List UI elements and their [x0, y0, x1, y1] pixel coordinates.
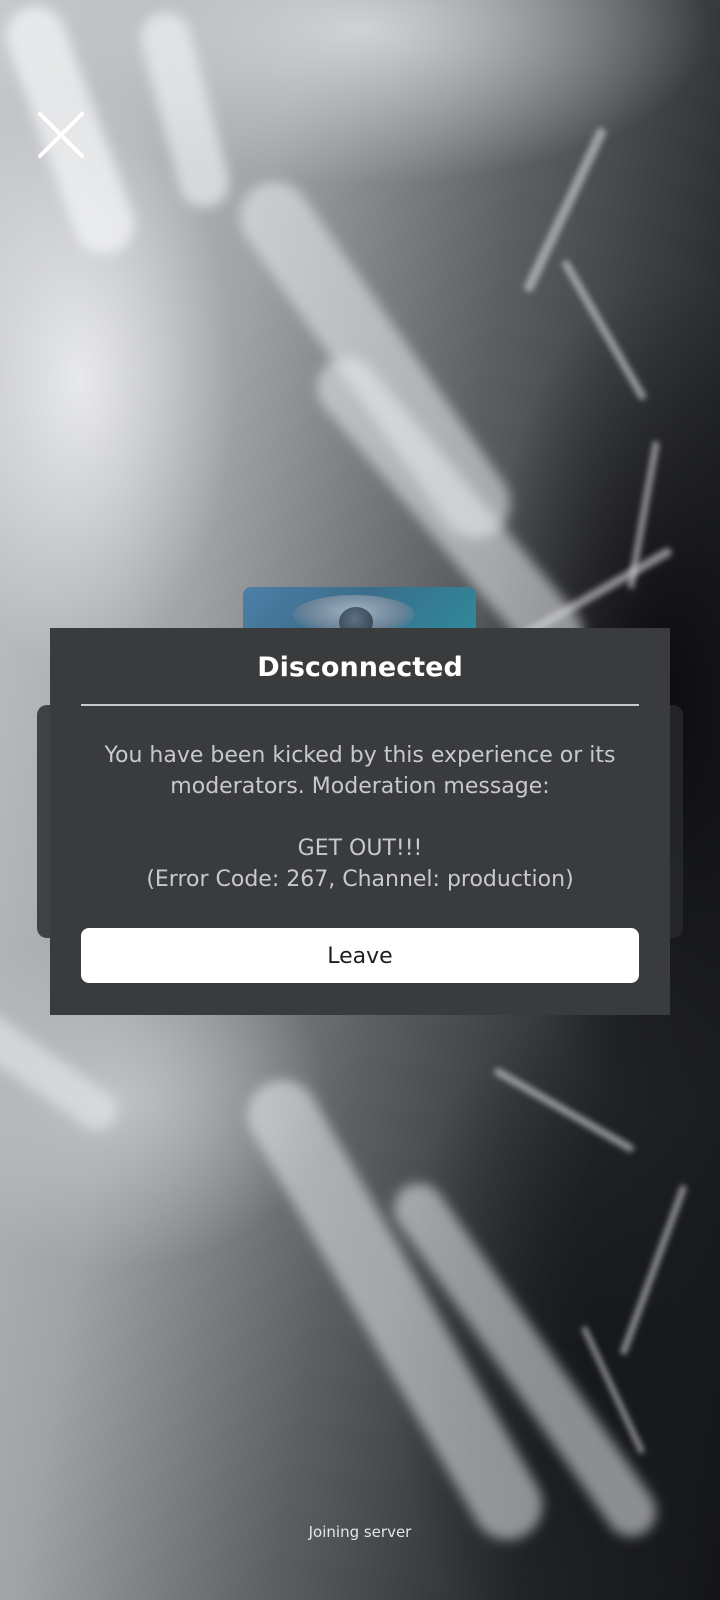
close-icon	[38, 112, 84, 158]
leave-button[interactable]: Leave	[81, 928, 639, 983]
title-divider	[81, 704, 639, 706]
moderation-message-text: GET OUT!!!	[297, 836, 423, 861]
disconnected-dialog: Disconnected You have been kicked by thi…	[50, 628, 670, 1015]
loading-screen: Disconnected You have been kicked by thi…	[0, 0, 720, 1600]
kick-reason-text: You have been kicked by this experience …	[104, 743, 616, 799]
loading-status-text: Joining server	[308, 1523, 412, 1541]
close-button[interactable]	[36, 110, 86, 160]
error-code-text: (Error Code: 267, Channel: production)	[146, 867, 574, 892]
dialog-message: You have been kicked by this experience …	[80, 740, 640, 895]
dialog-title: Disconnected	[257, 652, 463, 683]
